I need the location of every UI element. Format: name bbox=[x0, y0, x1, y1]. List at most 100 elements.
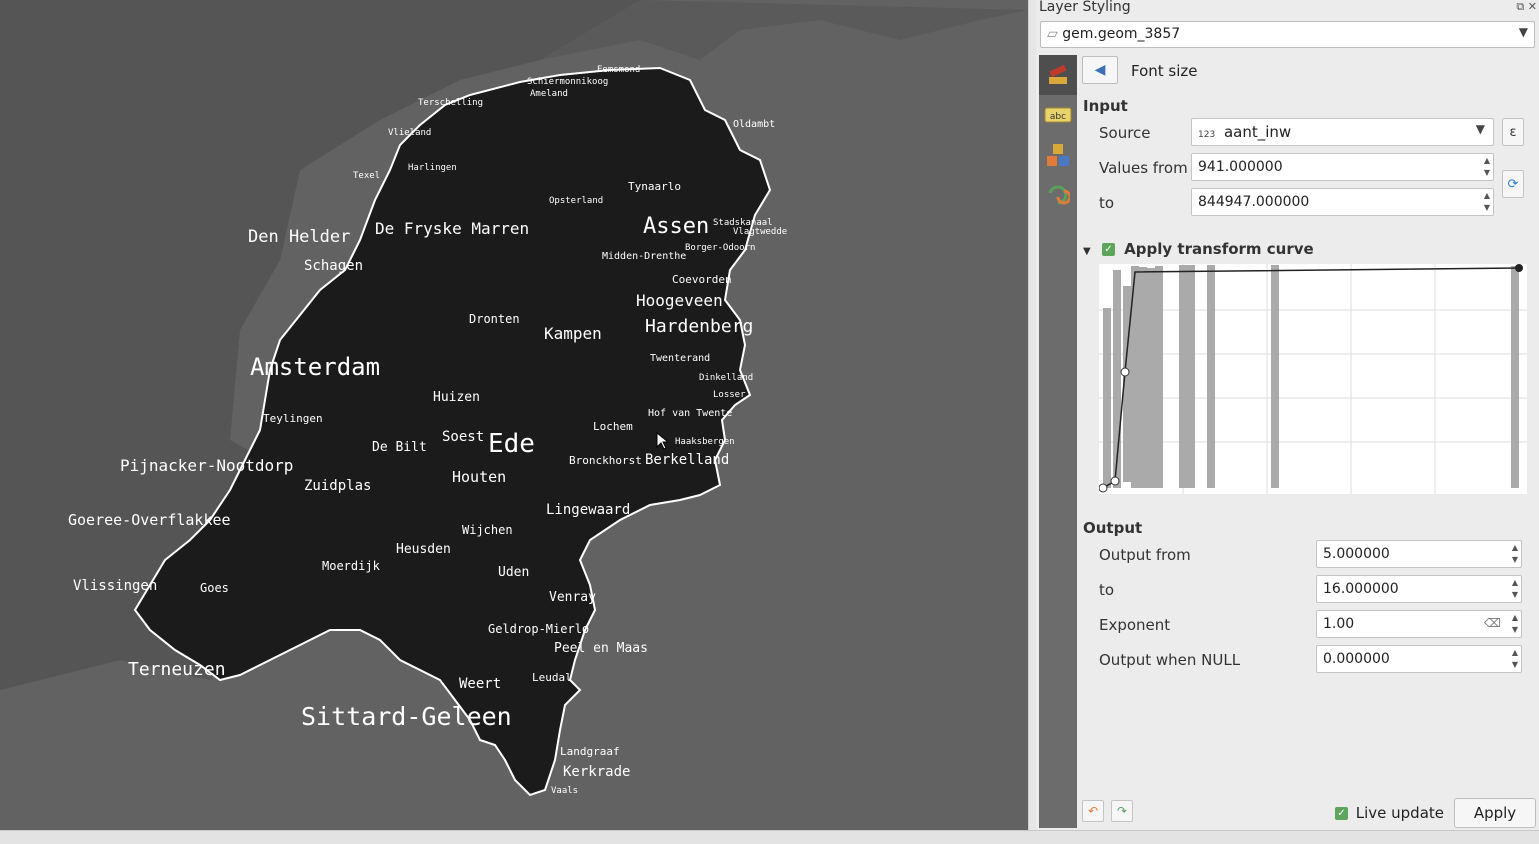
spin-arrows-icon[interactable]: ▲ ▼ bbox=[1512, 647, 1518, 671]
map-label: Leudal bbox=[532, 671, 572, 684]
output-null-value: 0.000000 bbox=[1323, 651, 1390, 667]
history-icon bbox=[1048, 185, 1070, 205]
map-label: Ede bbox=[488, 429, 535, 459]
close-icon[interactable]: ✕ bbox=[1528, 0, 1537, 13]
values-to-input[interactable]: 844947.000000 ▲ ▼ bbox=[1191, 188, 1494, 216]
histogram-bar bbox=[1103, 308, 1111, 488]
layer-styling-panel: Layer Styling ⧉ ✕ ▱ gem.geom_3857 ▼ abc bbox=[1036, 0, 1539, 830]
fetch-values-button[interactable]: ⟳ bbox=[1502, 170, 1524, 198]
input-section-title: Input bbox=[1083, 97, 1128, 115]
transform-checkbox[interactable]: ✓ bbox=[1101, 243, 1115, 256]
map-svg[interactable]: Schiermonnikoog Ameland Eemsmond Terschelli… bbox=[0, 0, 1028, 830]
font-size-assistant: ◀ Font size Input Source 123 aant_inw ▼ … bbox=[1082, 52, 1539, 830]
map-label: De Bilt bbox=[372, 440, 427, 455]
output-null-input[interactable]: 0.000000 ▲ ▼ bbox=[1316, 645, 1522, 673]
numeric-field-icon: 123 bbox=[1198, 130, 1216, 140]
values-from-label: Values from bbox=[1099, 159, 1188, 177]
map-label: Oldambt bbox=[733, 119, 775, 130]
source-select[interactable]: 123 aant_inw ▼ bbox=[1191, 118, 1494, 146]
tab-labels[interactable]: abc bbox=[1039, 95, 1077, 135]
map-label: Hoogeveen bbox=[636, 291, 723, 310]
histogram-bar bbox=[1207, 265, 1215, 488]
float-icon[interactable]: ⧉ bbox=[1516, 0, 1524, 13]
spin-arrows-icon[interactable]: ▲ ▼ bbox=[1512, 542, 1518, 566]
layer-select[interactable]: ▱ gem.geom_3857 ▼ bbox=[1040, 21, 1535, 48]
output-from-label: Output from bbox=[1099, 546, 1191, 564]
polygon-layer-icon: ▱ bbox=[1047, 26, 1058, 42]
live-update-toggle[interactable]: ✓ Live update bbox=[1334, 804, 1444, 822]
output-from-input[interactable]: 5.000000 ▲ ▼ bbox=[1316, 540, 1522, 568]
output-from-value: 5.000000 bbox=[1323, 546, 1390, 562]
curve-control-point bbox=[1515, 264, 1523, 272]
tab-history[interactable] bbox=[1039, 175, 1077, 215]
apply-button[interactable]: Apply bbox=[1454, 798, 1536, 828]
clear-icon[interactable]: ⌫ bbox=[1484, 616, 1501, 630]
curve-line bbox=[1102, 267, 1520, 489]
style-tabs: abc bbox=[1039, 55, 1077, 828]
map-label: Haaksbergen bbox=[675, 437, 735, 447]
map-label: Teylingen bbox=[263, 412, 323, 425]
map-label: Coevorden bbox=[672, 273, 732, 286]
map-canvas[interactable]: Schiermonnikoog Ameland Eemsmond Terschelli… bbox=[0, 0, 1028, 830]
spin-arrows-icon[interactable]: ▲ ▼ bbox=[1484, 190, 1490, 214]
map-label: Tynaarlo bbox=[628, 180, 681, 193]
exponent-input[interactable]: 1.00 ⌫ ▲ ▼ bbox=[1316, 610, 1522, 638]
map-label: Weert bbox=[459, 676, 501, 692]
paintbrush-icon bbox=[1049, 64, 1067, 84]
spin-arrows-icon[interactable]: ▲ ▼ bbox=[1512, 577, 1518, 601]
panel-splitter[interactable] bbox=[1028, 0, 1036, 830]
undo-button[interactable]: ↶ bbox=[1082, 800, 1104, 822]
map-label: Dinkelland bbox=[699, 373, 753, 383]
map-label: Amsterdam bbox=[250, 353, 380, 381]
spin-arrows-icon[interactable]: ▲ ▼ bbox=[1512, 612, 1518, 636]
map-label: Vlagtwedde bbox=[733, 227, 787, 237]
layer-select-value: gem.geom_3857 bbox=[1062, 26, 1181, 42]
map-label: Hof van Twente bbox=[648, 408, 732, 419]
histogram-bar bbox=[1187, 265, 1195, 488]
collapse-triangle-icon[interactable]: ▼ bbox=[1083, 246, 1091, 257]
chevron-down-icon: ▼ bbox=[1475, 122, 1485, 136]
map-label: Twenterand bbox=[650, 353, 710, 364]
output-section-title: Output bbox=[1083, 519, 1143, 537]
transform-curve-group[interactable]: ▼ ✓ Apply transform curve bbox=[1083, 240, 1314, 258]
redo-button[interactable]: ↷ bbox=[1111, 800, 1133, 822]
back-arrow-icon: ◀ bbox=[1094, 62, 1106, 78]
output-to-label: to bbox=[1099, 581, 1115, 599]
map-label: Dronten bbox=[469, 312, 520, 326]
page-title: Font size bbox=[1131, 62, 1198, 80]
map-label: Hardenberg bbox=[645, 316, 753, 337]
live-update-checkbox[interactable]: ✓ bbox=[1334, 807, 1348, 820]
map-label: Assen bbox=[643, 214, 709, 239]
epsilon-icon: ε bbox=[1509, 124, 1517, 140]
map-label: Landgraaf bbox=[560, 745, 620, 758]
output-to-input[interactable]: 16.000000 ▲ ▼ bbox=[1316, 575, 1522, 603]
exponent-label: Exponent bbox=[1099, 616, 1171, 634]
panel-title-buttons[interactable]: ⧉ ✕ bbox=[1516, 0, 1537, 14]
map-label: Den Helder bbox=[248, 227, 350, 247]
histogram-bar bbox=[1147, 268, 1155, 488]
map-label: Texel bbox=[353, 171, 380, 181]
map-label: Houten bbox=[452, 468, 506, 486]
map-label: Sittard-Geleen bbox=[301, 702, 512, 731]
map-label: Borger-Odoorn bbox=[685, 243, 755, 253]
map-label: Vaals bbox=[551, 786, 578, 796]
map-label: Lochem bbox=[593, 420, 633, 433]
histogram-bar bbox=[1155, 266, 1163, 488]
map-label: Losser bbox=[713, 390, 746, 400]
diagram-icon bbox=[1047, 144, 1069, 166]
map-label: Zuidplas bbox=[304, 478, 371, 494]
spin-arrows-icon[interactable]: ▲ ▼ bbox=[1484, 155, 1490, 179]
map-label: Berkelland bbox=[645, 452, 729, 468]
cursor-icon bbox=[656, 432, 668, 450]
back-button[interactable]: ◀ bbox=[1082, 56, 1118, 84]
tab-diagrams[interactable] bbox=[1039, 135, 1077, 175]
transform-curve-editor[interactable] bbox=[1098, 264, 1527, 494]
values-from-value: 941.000000 bbox=[1198, 159, 1283, 175]
bottom-bar: ↶ ↷ ✓ Live update Apply bbox=[1082, 796, 1539, 830]
redo-icon: ↷ bbox=[1116, 804, 1128, 818]
chevron-down-icon: ▼ bbox=[1518, 25, 1528, 39]
expression-button[interactable]: ε bbox=[1502, 118, 1524, 146]
curve-plot[interactable] bbox=[1098, 264, 1527, 494]
values-from-input[interactable]: 941.000000 ▲ ▼ bbox=[1191, 153, 1494, 181]
tab-symbology[interactable] bbox=[1039, 55, 1077, 95]
